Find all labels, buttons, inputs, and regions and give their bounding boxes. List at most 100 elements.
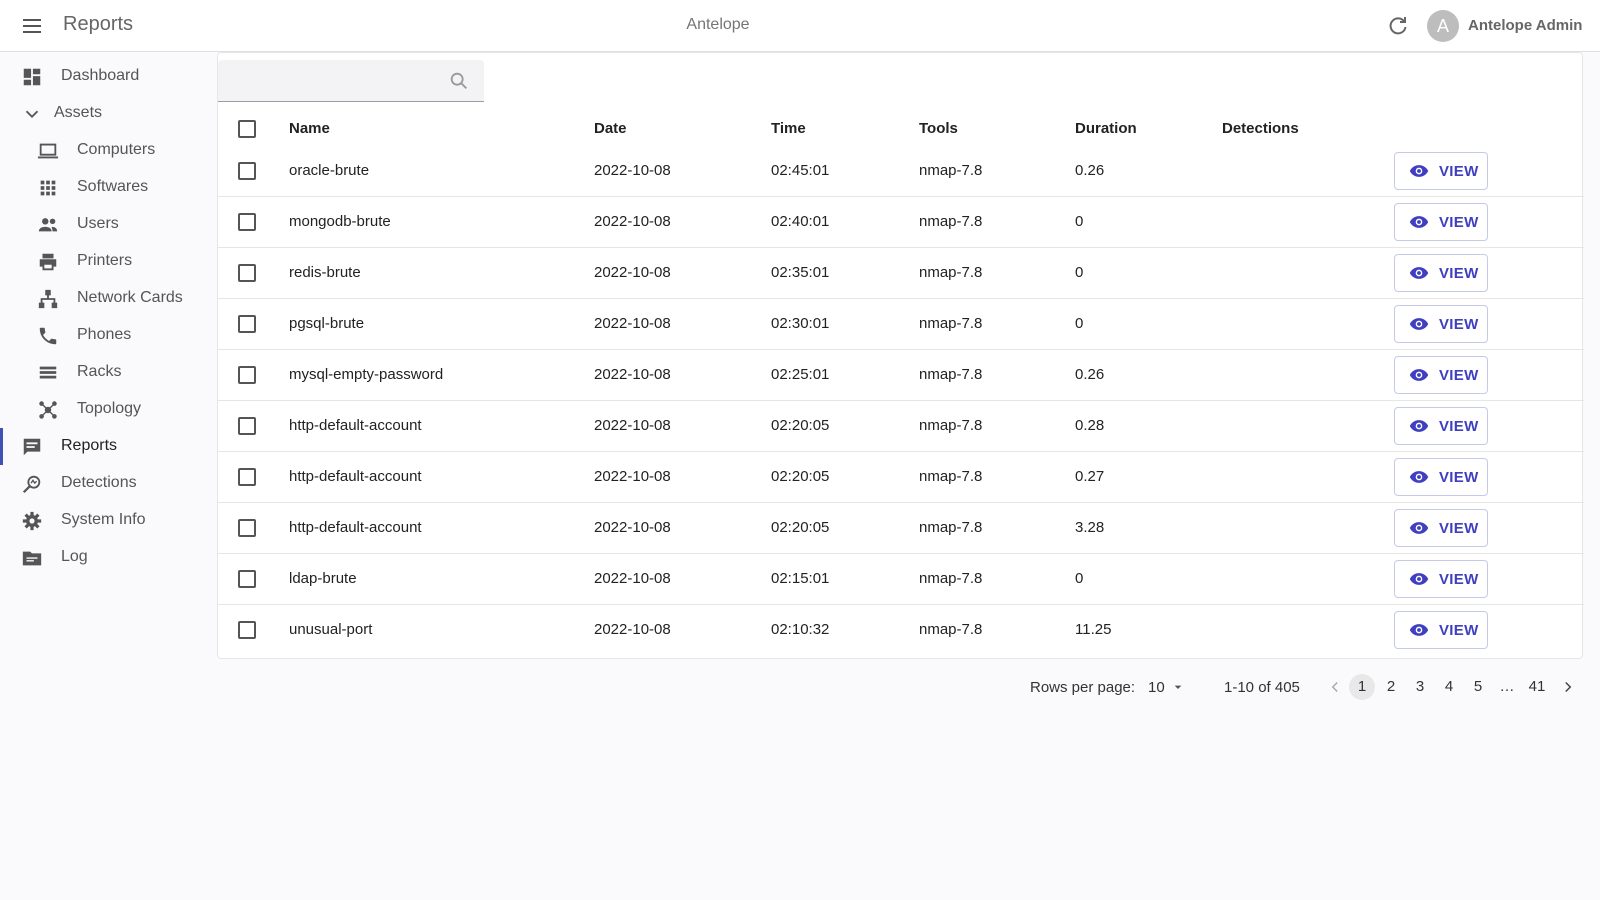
row-checkbox[interactable] xyxy=(238,468,256,486)
view-button[interactable]: VIEW xyxy=(1394,254,1488,292)
sidebar-item-topology[interactable]: Topology xyxy=(0,391,212,428)
table-row: mongodb-brute 2022-10-08 02:40:01 nmap-7.8 0… xyxy=(218,197,1584,248)
sidebar-item-system-info[interactable]: System Info xyxy=(0,502,212,539)
cell-time: 02:20:05 xyxy=(771,468,830,485)
sidebar-item-computers[interactable]: Computers xyxy=(0,132,212,169)
cell-tools: nmap-7.8 xyxy=(919,570,983,587)
view-button-label: VIEW xyxy=(1439,469,1479,486)
view-button[interactable]: VIEW xyxy=(1394,305,1488,343)
row-checkbox[interactable] xyxy=(238,162,256,180)
view-button[interactable]: VIEW xyxy=(1394,560,1488,598)
column-header-time[interactable]: Time xyxy=(771,120,806,137)
cell-tools: nmap-7.8 xyxy=(919,519,983,536)
page-button[interactable]: 3 xyxy=(1407,674,1433,700)
column-header-detections[interactable]: Detections xyxy=(1222,120,1299,137)
cell-tools: nmap-7.8 xyxy=(919,621,983,638)
sidebar-item-phones[interactable]: Phones xyxy=(0,317,212,354)
sidebar-item-label: Topology xyxy=(77,400,142,417)
cell-tools: nmap-7.8 xyxy=(919,315,983,332)
cell-date: 2022-10-08 xyxy=(594,417,671,434)
view-button[interactable]: VIEW xyxy=(1394,509,1488,547)
cell-time: 02:25:01 xyxy=(771,366,830,383)
page-button[interactable]: 4 xyxy=(1436,674,1462,700)
view-button[interactable]: VIEW xyxy=(1394,203,1488,241)
app-name: Antelope xyxy=(686,16,750,33)
eye-icon xyxy=(1409,267,1429,279)
row-checkbox[interactable] xyxy=(238,417,256,435)
sidebar-item-reports[interactable]: Reports xyxy=(0,428,212,465)
cell-name: http-default-account xyxy=(289,417,422,434)
row-checkbox[interactable] xyxy=(238,315,256,333)
dashboard-icon xyxy=(23,68,41,86)
sidebar-item-log[interactable]: Log xyxy=(0,539,212,576)
rows-per-page-select[interactable]: 10 xyxy=(1148,679,1165,696)
sidebar-item-softwares[interactable]: Softwares xyxy=(0,169,212,206)
view-button[interactable]: VIEW xyxy=(1394,356,1488,394)
sidebar-item-label: Assets xyxy=(54,104,103,121)
cell-tools: nmap-7.8 xyxy=(919,213,983,230)
cell-duration: 0.28 xyxy=(1075,417,1105,434)
sidebar-item-label: System Info xyxy=(61,511,146,528)
column-header-name[interactable]: Name xyxy=(289,120,330,137)
sidebar-item-printers[interactable]: Printers xyxy=(0,243,212,280)
cell-date: 2022-10-08 xyxy=(594,468,671,485)
cell-time: 02:20:05 xyxy=(771,519,830,536)
sidebar-item-network-cards[interactable]: Network Cards xyxy=(0,280,212,317)
pagination: Rows per page: 10 1-10 of 405 1 2 3 4 5 … 41 xyxy=(0,667,1600,707)
next-page-icon[interactable] xyxy=(1559,678,1577,696)
eye-icon xyxy=(1409,318,1429,330)
column-header-date[interactable]: Date xyxy=(594,120,627,137)
table-row: http-default-account 2022-10-08 02:20:05 nm… xyxy=(218,503,1584,554)
row-checkbox[interactable] xyxy=(238,621,256,639)
search-input[interactable] xyxy=(228,68,438,94)
row-checkbox[interactable] xyxy=(238,366,256,384)
sidebar-item-racks[interactable]: Racks xyxy=(0,354,212,391)
sidebar-item-label: Log xyxy=(61,548,88,565)
eye-icon xyxy=(1409,420,1429,432)
page-button[interactable]: 41 xyxy=(1524,674,1550,700)
user-name[interactable]: Antelope Admin xyxy=(1468,17,1582,34)
eye-icon xyxy=(1409,165,1429,177)
row-checkbox[interactable] xyxy=(238,264,256,282)
page-button[interactable]: 2 xyxy=(1378,674,1404,700)
avatar[interactable]: A xyxy=(1427,10,1459,42)
dropdown-arrow-icon[interactable] xyxy=(1170,679,1186,695)
refresh-icon[interactable] xyxy=(1386,14,1410,38)
page-ellipsis: … xyxy=(1499,678,1515,695)
network-icon xyxy=(38,289,58,309)
page-button[interactable]: 1 xyxy=(1349,674,1375,700)
sidebar-item-users[interactable]: Users xyxy=(0,206,212,243)
cell-date: 2022-10-08 xyxy=(594,264,671,281)
view-button[interactable]: VIEW xyxy=(1394,152,1488,190)
row-checkbox[interactable] xyxy=(238,570,256,588)
detection-search-icon xyxy=(22,475,41,494)
column-header-tools[interactable]: Tools xyxy=(919,120,958,137)
view-button[interactable]: VIEW xyxy=(1394,458,1488,496)
search-box xyxy=(218,60,484,102)
row-checkbox[interactable] xyxy=(238,519,256,537)
cell-duration: 0 xyxy=(1075,315,1084,332)
row-checkbox[interactable] xyxy=(238,213,256,231)
page-button[interactable]: 5 xyxy=(1465,674,1491,700)
table-row: http-default-account 2022-10-08 02:20:05 nm… xyxy=(218,401,1584,452)
cell-name: unusual-port xyxy=(289,621,373,638)
table-row: mysql-empty-password 2022-10-08 02:25:01 nm… xyxy=(218,350,1584,401)
table-row: unusual-port 2022-10-08 02:10:32 nmap-7.8 11… xyxy=(218,605,1584,656)
cell-name: pgsql-brute xyxy=(289,315,365,332)
sidebar-item-assets[interactable]: Assets xyxy=(0,95,212,132)
view-button[interactable]: VIEW xyxy=(1394,407,1488,445)
view-button-label: VIEW xyxy=(1439,571,1479,588)
sidebar-item-dashboard[interactable]: Dashboard xyxy=(0,58,212,95)
eye-icon xyxy=(1409,216,1429,228)
printer-icon xyxy=(39,253,57,271)
view-button-label: VIEW xyxy=(1439,622,1479,639)
sidebar-item-label: Dashboard xyxy=(61,67,140,84)
sidebar-item-label: Network Cards xyxy=(77,289,183,306)
view-button[interactable]: VIEW xyxy=(1394,611,1488,649)
gear-icon xyxy=(22,511,42,531)
sidebar-item-detections[interactable]: Detections xyxy=(0,465,212,502)
column-header-duration[interactable]: Duration xyxy=(1075,120,1137,137)
previous-page-icon[interactable] xyxy=(1326,678,1344,696)
select-all-checkbox[interactable] xyxy=(238,120,256,138)
search-icon[interactable] xyxy=(448,70,470,92)
